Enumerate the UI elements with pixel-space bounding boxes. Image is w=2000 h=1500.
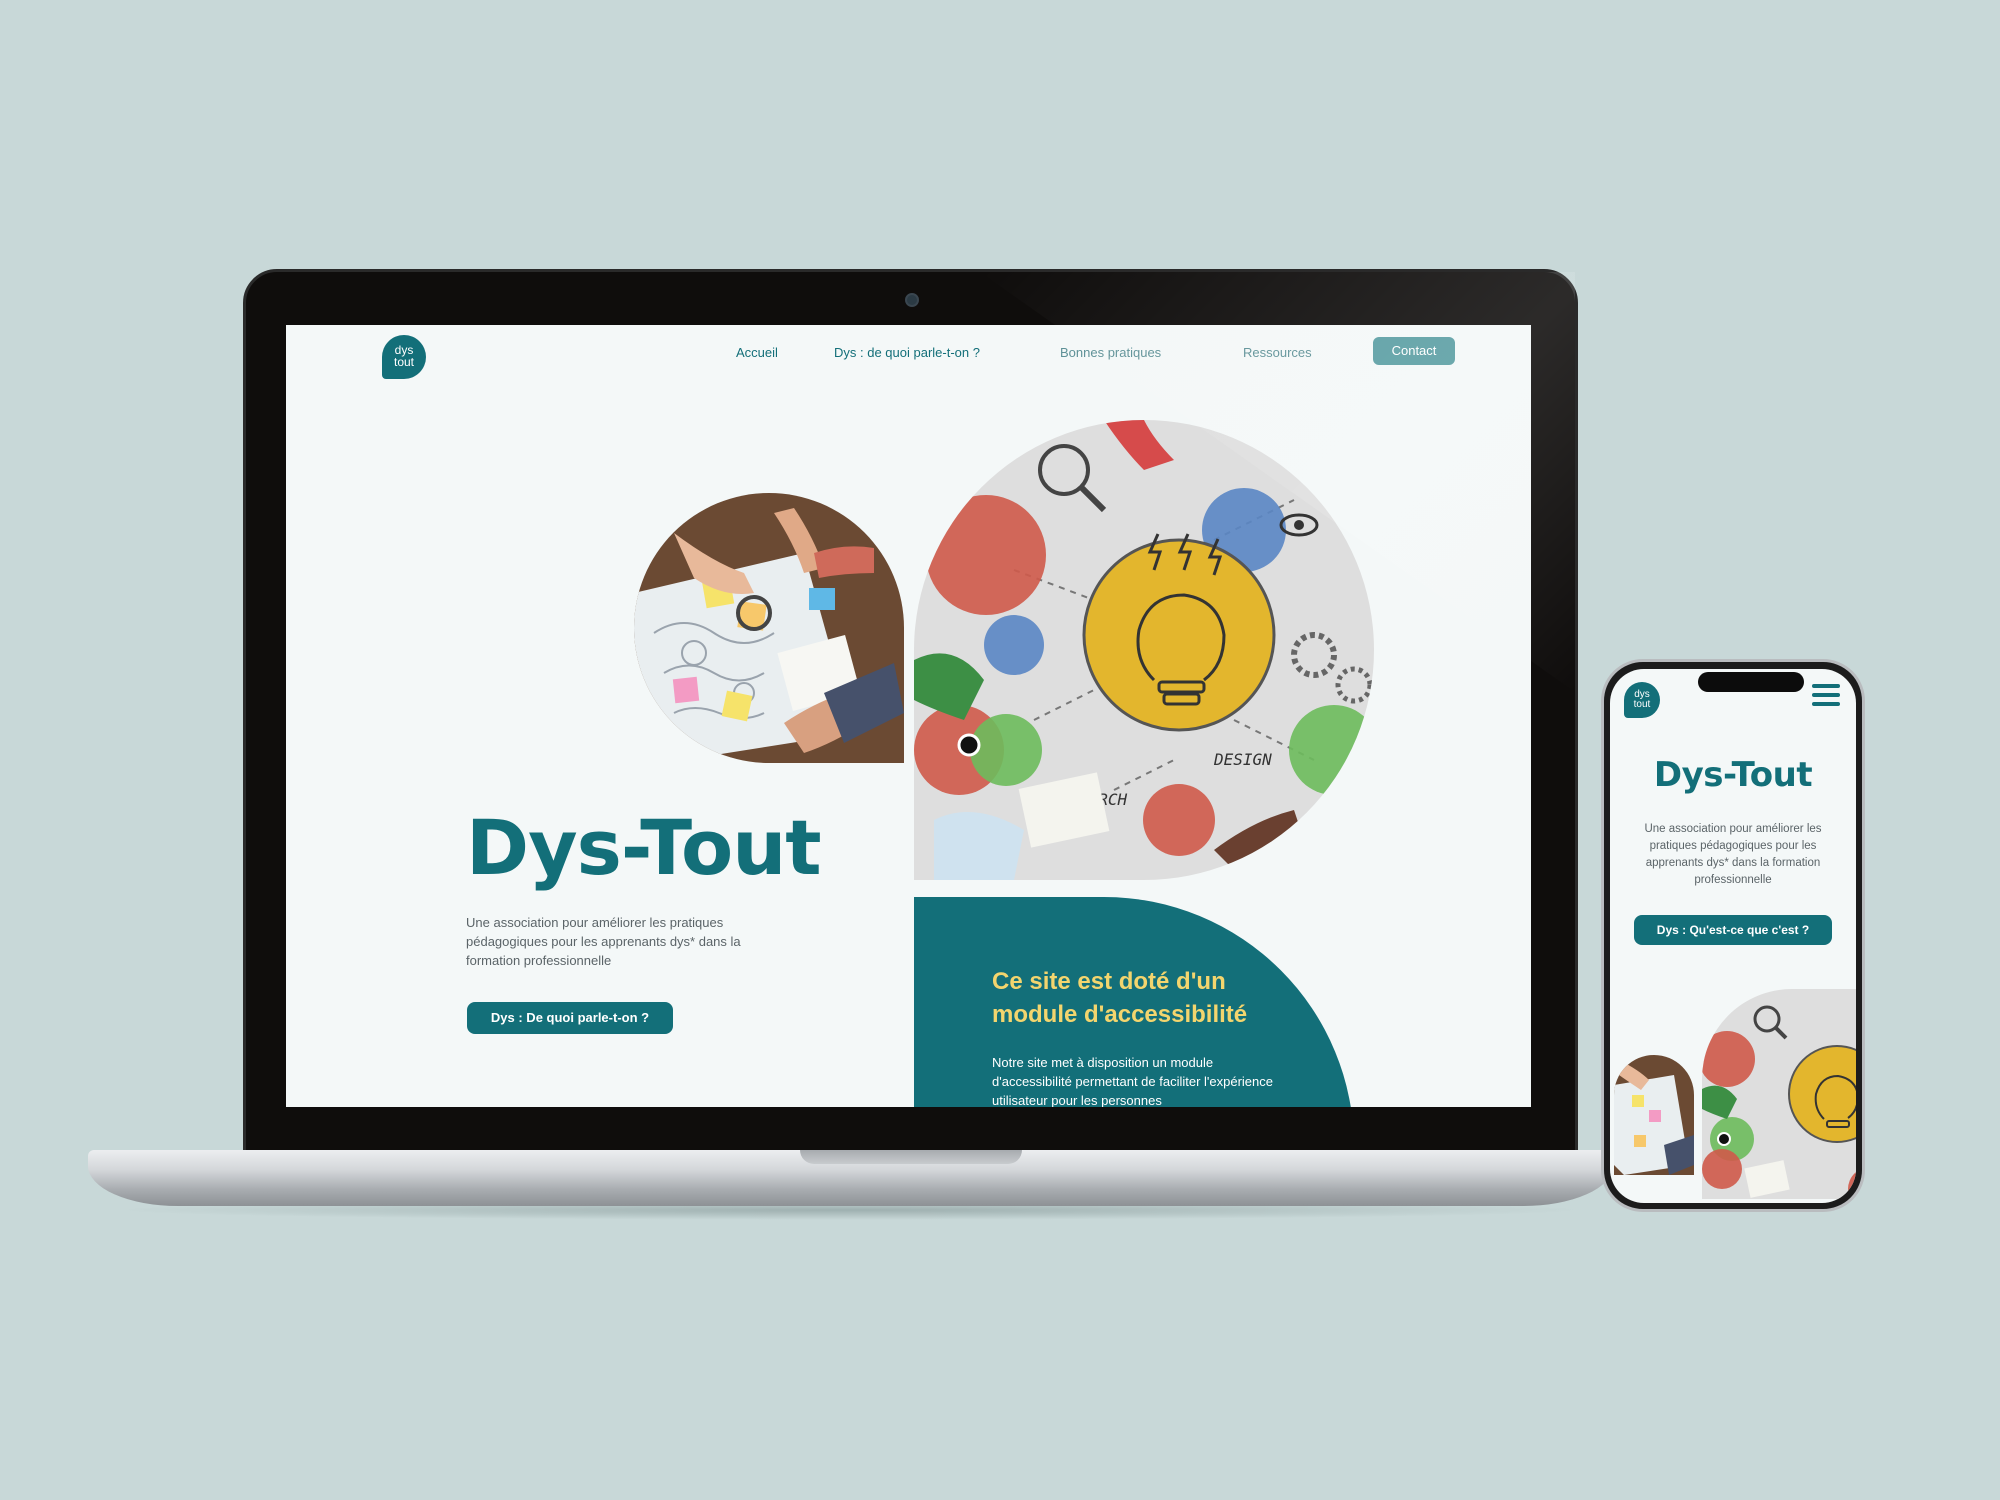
mobile-hero-cta-button[interactable]: Dys : Qu'est-ce que c'est ? [1634, 915, 1832, 945]
hero-illustration-lightbulb: DESIGN EARCH [914, 420, 1374, 880]
mobile-logo[interactable]: dys tout [1624, 682, 1660, 718]
hero-title: Dys-Tout [466, 803, 822, 892]
hamburger-menu-icon[interactable] [1812, 684, 1840, 710]
mobile-hero-description: Une association pour améliorer les prati… [1644, 823, 1822, 886]
accessibility-title: Ce site est doté d'un module d'accessibi… [992, 968, 1248, 1028]
illustration-word-design: DESIGN [1213, 750, 1272, 769]
mobile-illustration-lightbulb [1702, 989, 1856, 1199]
phone-screen: dys tout Dys-Tout Une association pour a… [1610, 669, 1856, 1203]
mobile-hero-title: Dys-Tout [1653, 755, 1813, 795]
nav-bonnes-pratiques[interactable]: Bonnes pratiques [1060, 345, 1161, 360]
hero-cta-button[interactable]: Dys : De quoi parle-t-on ? [467, 1002, 673, 1034]
nav-accueil[interactable]: Accueil [736, 345, 778, 360]
hero-description: Une association pour améliorer les prati… [466, 915, 741, 968]
logo-text-tout: tout [393, 355, 414, 369]
contact-button[interactable]: Contact [1373, 337, 1455, 365]
laptop-screen: dys tout Accueil Dys : de quoi parle-t-o… [286, 325, 1531, 1107]
phone-dynamic-island [1698, 672, 1804, 692]
nav-dys[interactable]: Dys : de quoi parle-t-on ? [834, 345, 980, 360]
mobile-photo-workshop [1614, 1055, 1694, 1175]
webcam-icon [905, 293, 919, 307]
site-logo[interactable]: dys tout [382, 335, 426, 379]
hero-photo-workshop [634, 493, 904, 763]
accessibility-text: Notre site met à disposition un module d… [992, 1055, 1273, 1107]
mobile-logo-text-tout: tout [1633, 699, 1651, 710]
nav-ressources[interactable]: Ressources [1243, 345, 1312, 360]
laptop-opening-notch [800, 1150, 1022, 1164]
